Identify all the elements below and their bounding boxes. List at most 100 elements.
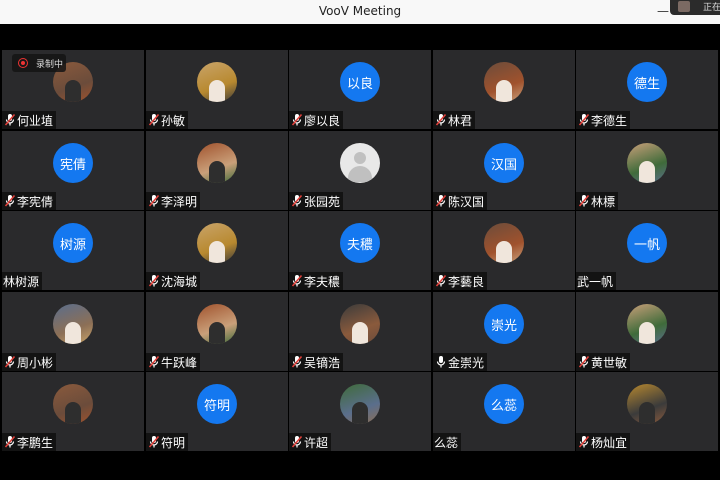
participant-tile[interactable]: 牛跃峰 [146,292,288,371]
participant-name: 李夫穠 [304,274,341,289]
participant-tile[interactable]: 崇光金崇光 [433,292,575,371]
participant-avatar: 夫穠 [340,223,380,263]
participant-name: 李泽明 [161,194,198,209]
participant-photo [627,143,667,183]
participant-name-label: 金崇光 [433,353,488,371]
participant-name: 李鹏生 [17,435,54,450]
participant-name: 李藝良 [448,274,485,289]
bottom-bar [0,453,720,480]
mic-muted-icon [148,113,160,127]
participant-tile[interactable]: 何业埴 录制中 [2,50,144,129]
participant-name: 许超 [304,435,329,450]
participant-name: 孙敏 [161,113,186,128]
participant-name: 廖以良 [304,113,341,128]
participant-name: 武一帆 [577,274,614,289]
minimize-button[interactable]: — [656,2,670,20]
title-bar: VooV Meeting — 正在 [0,0,720,25]
participant-name-label: 李泽明 [146,192,201,210]
participant-name: 牛跃峰 [161,355,198,370]
participant-photo [53,384,93,424]
participant-avatar: 汉国 [484,143,524,183]
mic-muted-icon [148,274,160,288]
mic-muted-icon [578,435,590,449]
self-view-label: 正在 [703,3,720,13]
participant-tile[interactable]: 孙敏 [146,50,288,129]
top-bar [0,24,720,50]
participant-tile[interactable]: 汉国陈汉国 [433,131,575,210]
participant-name-label: 李德生 [576,111,631,129]
participant-name: 黄世敏 [591,355,628,370]
participant-tile[interactable]: 树源 林树源 [2,211,144,290]
participant-tile[interactable]: 一帆 武一帆 [576,211,718,290]
participant-name-label: 牛跃峰 [146,353,201,371]
participant-name-label: 孙敏 [146,111,189,129]
participant-tile[interactable]: 张园苑 [289,131,431,210]
mic-muted-icon [578,355,590,369]
participant-name-label: 何业埴 [2,111,57,129]
mic-muted-icon [435,274,447,288]
mic-muted-icon [148,194,160,208]
participant-name: 何业埴 [17,113,54,128]
participant-name: 吴镝浩 [304,355,341,370]
participant-tile[interactable]: 宪倩 李宪倩 [2,131,144,210]
participant-tile[interactable]: 周小彬 [2,292,144,371]
participant-name: 陈汉国 [448,194,485,209]
participant-tile[interactable]: 李泽明 [146,131,288,210]
participant-avatar: 崇光 [484,304,524,344]
participant-photo [627,384,667,424]
participant-name: 李德生 [591,113,628,128]
participant-tile[interactable]: 李藝良 [433,211,575,290]
participant-photo [53,304,93,344]
participant-name-label: 李鹏生 [2,433,57,451]
participant-name-label: 沈海城 [146,272,201,290]
mic-muted-icon [4,113,16,127]
participant-tile[interactable]: 沈海城 [146,211,288,290]
participant-name-label: 林君 [433,111,476,129]
mic-muted-icon [148,355,160,369]
participant-name: 杨灿宜 [591,435,628,450]
participant-tile[interactable]: 夫穠李夫穠 [289,211,431,290]
mic-icon [435,355,447,369]
participant-avatar: 么蕊 [484,384,524,424]
participant-tile[interactable]: 么蕊 么蕊 [433,372,575,451]
recording-badge[interactable]: 录制中 [12,54,66,72]
mic-muted-icon [578,194,590,208]
participant-name-label: 林標 [576,192,619,210]
participant-name: 金崇光 [448,355,485,370]
mic-muted-icon [4,355,16,369]
mic-muted-icon [291,113,303,127]
participant-tile[interactable]: 林標 [576,131,718,210]
participant-name: 张园苑 [304,194,341,209]
participant-photo [627,304,667,344]
participant-tile[interactable]: 杨灿宜 [576,372,718,451]
participant-tile[interactable]: 黄世敏 [576,292,718,371]
participant-avatar: 树源 [53,223,93,263]
mic-muted-icon [148,435,160,449]
participant-name: 周小彬 [17,355,54,370]
participant-photo [484,223,524,263]
participant-tile[interactable]: 李鹏生 [2,372,144,451]
participant-tile[interactable]: 林君 [433,50,575,129]
participant-name: 符明 [161,435,186,450]
participant-name-label: 陈汉国 [433,192,488,210]
participant-tile[interactable]: 德生 李德生 [576,50,718,129]
participant-photo [197,223,237,263]
participant-tile[interactable]: 符明 符明 [146,372,288,451]
self-view-thumbnail[interactable]: 正在 [670,0,720,15]
participant-name-label: 李藝良 [433,272,488,290]
participant-photo [197,143,237,183]
participant-photo [340,304,380,344]
participant-name-label: 杨灿宜 [576,433,631,451]
participant-photo [340,384,380,424]
participant-photo [484,62,524,102]
participant-tile[interactable]: 以良廖以良 [289,50,431,129]
participant-avatar: 以良 [340,62,380,102]
window-title: VooV Meeting [318,4,402,18]
participant-name-label: 林树源 [2,272,43,290]
mic-muted-icon [291,355,303,369]
participant-tile[interactable]: 许超 [289,372,431,451]
recording-label: 录制中 [36,59,64,70]
mic-muted-icon [4,435,16,449]
mic-muted-icon [291,435,303,449]
participant-tile[interactable]: 吴镝浩 [289,292,431,371]
